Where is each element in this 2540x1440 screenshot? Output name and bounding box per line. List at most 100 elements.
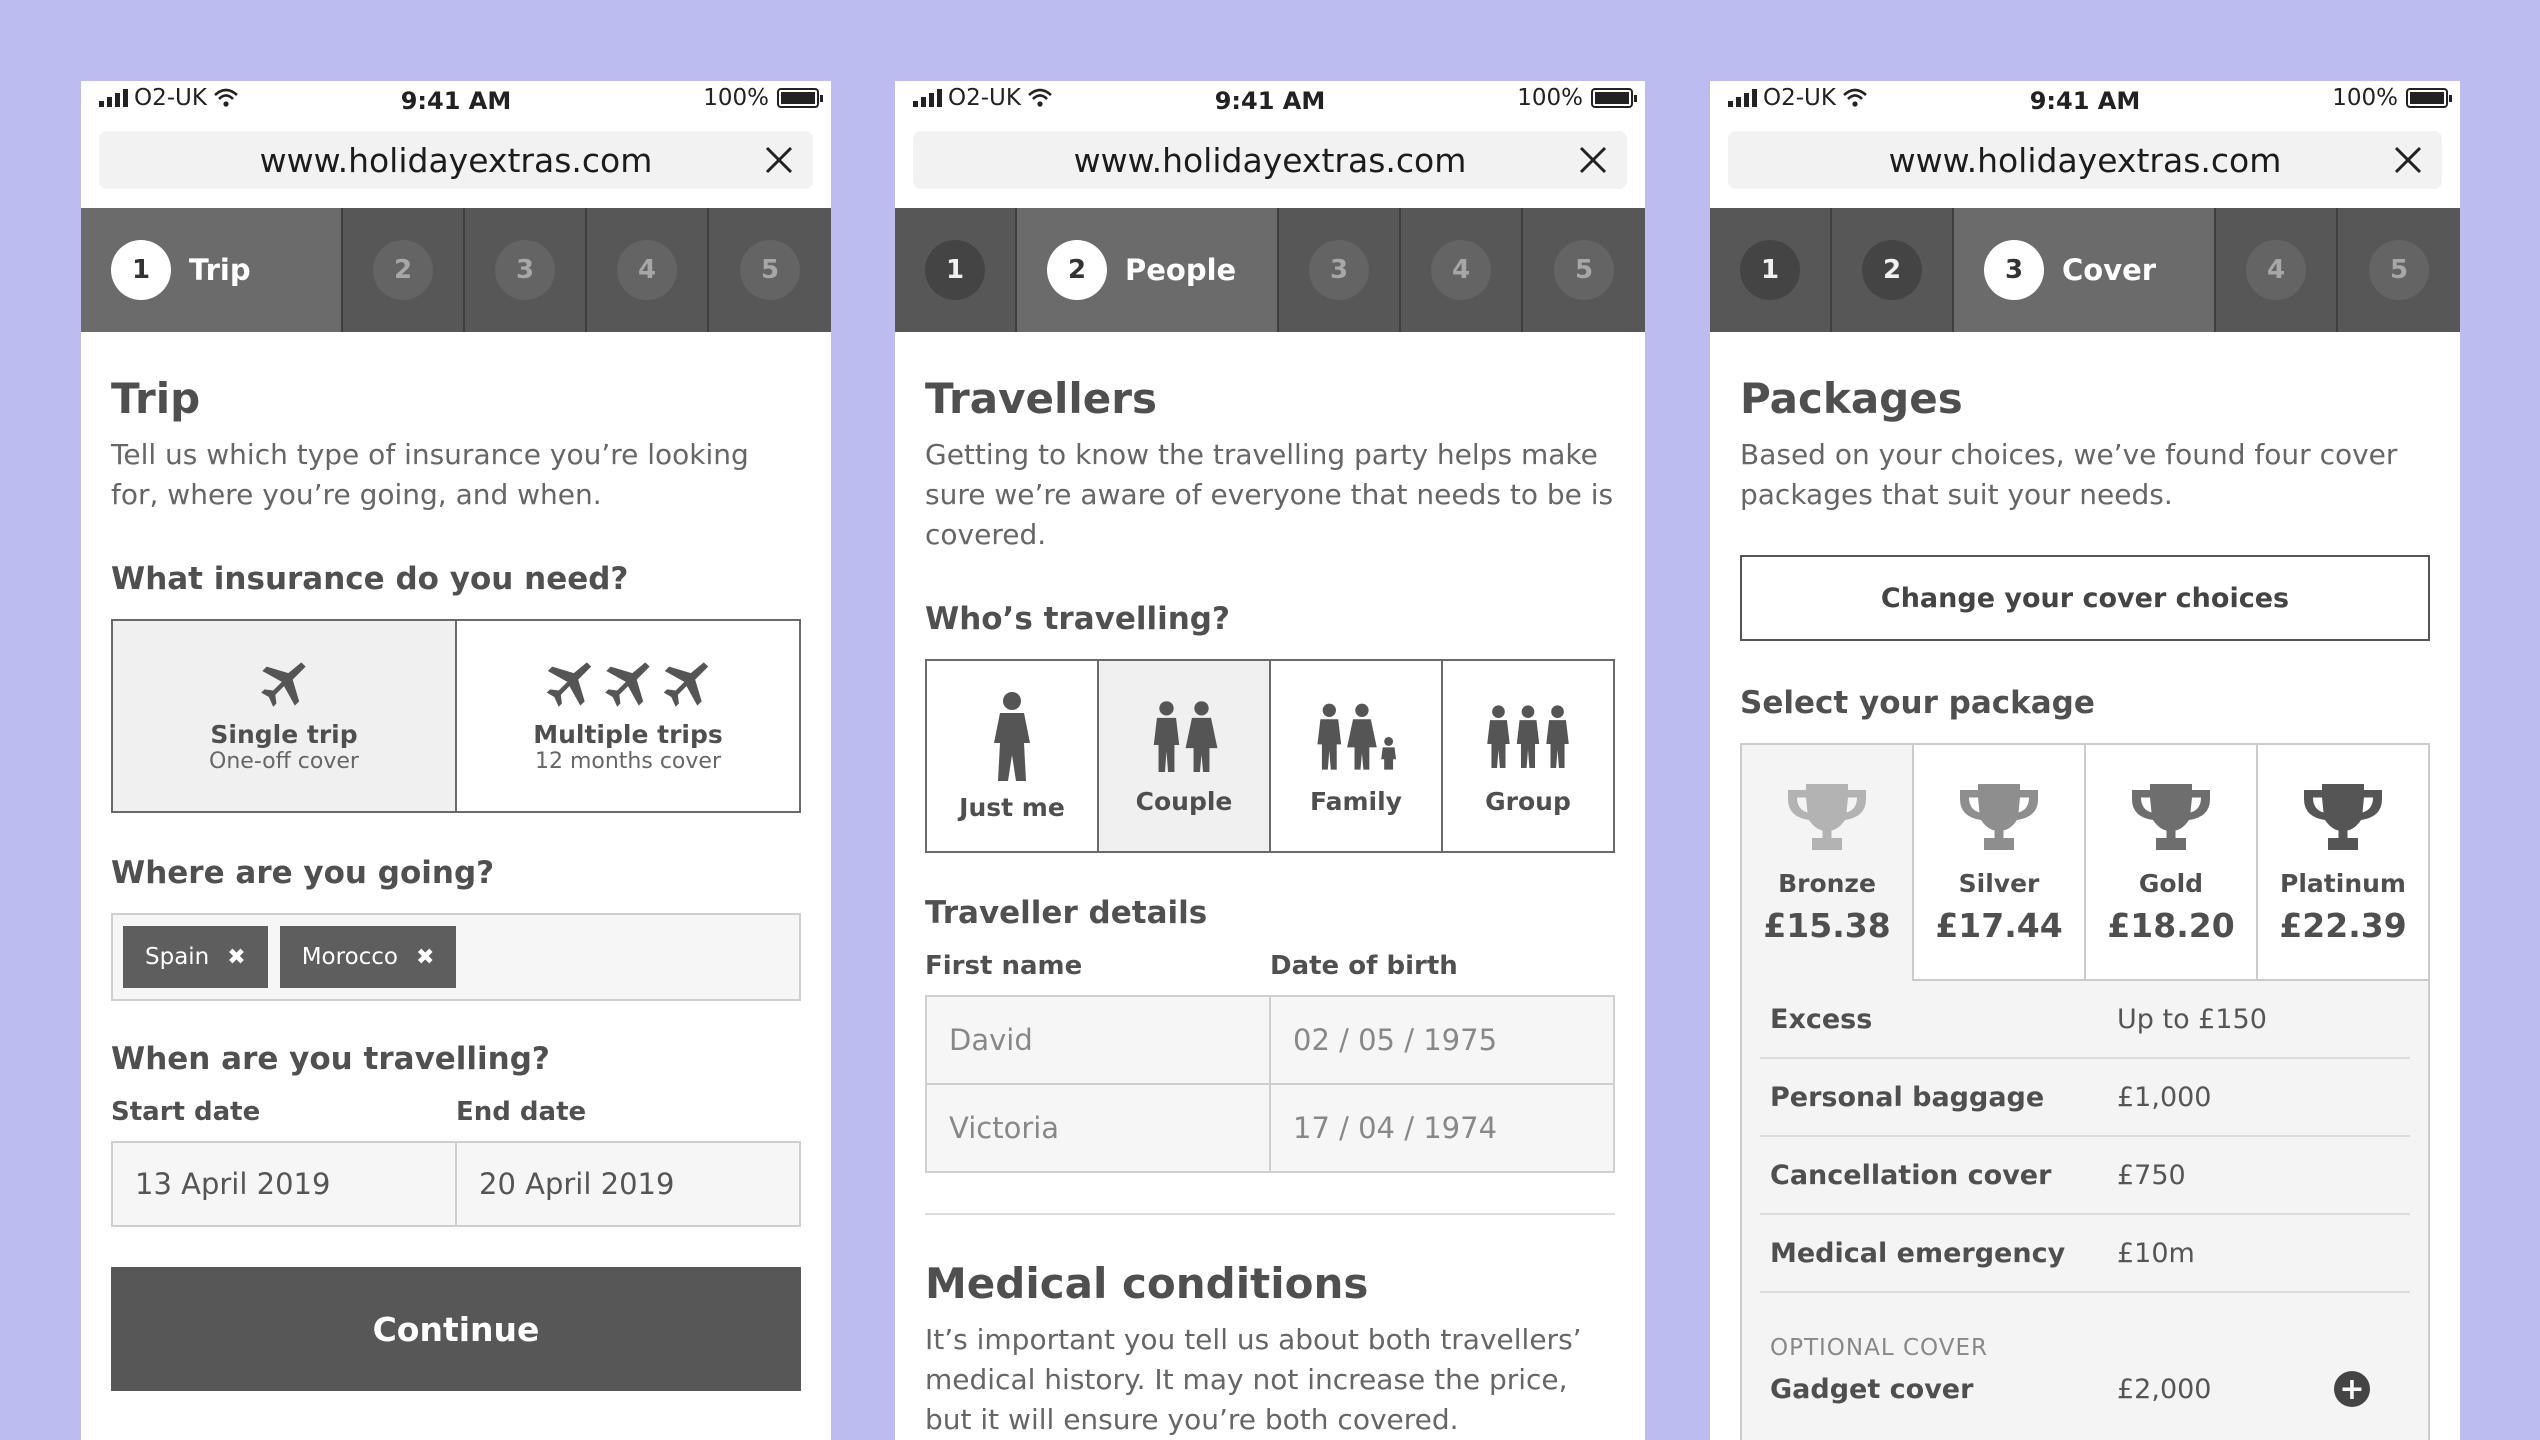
package-price: £18.20 bbox=[2107, 906, 2235, 945]
option-title: Multiple trips bbox=[533, 720, 723, 749]
step-3[interactable]: 3 Cover bbox=[1954, 208, 2216, 332]
option-just-me[interactable]: Just me bbox=[927, 661, 1099, 851]
battery-icon bbox=[1591, 88, 1637, 108]
step-1[interactable]: 1 bbox=[895, 208, 1017, 332]
progress-steps: 1 Trip 2 3 4 5 bbox=[81, 208, 831, 332]
close-icon[interactable] bbox=[1577, 144, 1609, 176]
start-date-label: Start date bbox=[111, 1097, 261, 1127]
dob-input[interactable]: 02 / 05 / 1975 bbox=[1271, 997, 1613, 1083]
option-title: Couple bbox=[1135, 786, 1233, 816]
close-icon[interactable] bbox=[2392, 144, 2424, 176]
step-number: 1 bbox=[925, 240, 985, 300]
traveller-columns: First name Date of birth bbox=[925, 951, 1615, 981]
package-price: £17.44 bbox=[1935, 906, 2063, 945]
first-name-input[interactable]: Victoria bbox=[927, 1085, 1271, 1171]
progress-steps: 1 2 3 Cover 4 5 bbox=[1710, 208, 2460, 332]
question-where: Where are you going? bbox=[111, 855, 495, 891]
dob-input[interactable]: 17 / 04 / 1974 bbox=[1271, 1085, 1613, 1171]
step-3[interactable]: 3 bbox=[1279, 208, 1401, 332]
step-4[interactable]: 4 bbox=[2216, 208, 2338, 332]
remove-icon[interactable]: ✖ bbox=[416, 945, 434, 970]
tag-label: Spain bbox=[145, 944, 210, 970]
detail-label: Excess bbox=[1770, 1003, 1873, 1035]
trip-content: Trip Tell us which type of insurance you… bbox=[111, 332, 801, 1391]
remove-icon[interactable]: ✖ bbox=[227, 945, 245, 970]
step-number: 1 bbox=[1740, 240, 1800, 300]
screen-people: O2-UK 9:41 AM 100% www.holidayextras.com… bbox=[895, 81, 1645, 1440]
destination-input[interactable]: Spain ✖ Morocco ✖ bbox=[111, 913, 801, 1001]
close-icon[interactable] bbox=[763, 144, 795, 176]
step-4[interactable]: 4 bbox=[1401, 208, 1523, 332]
destination-tag-morocco[interactable]: Morocco ✖ bbox=[279, 926, 457, 988]
trophy-icon bbox=[2132, 784, 2210, 850]
option-multiple-trips[interactable]: Multiple trips 12 months cover bbox=[457, 621, 799, 811]
trophy-icon bbox=[1788, 784, 1866, 850]
option-single-trip[interactable]: Single trip One-off cover bbox=[113, 621, 457, 811]
add-icon[interactable]: + bbox=[2334, 1371, 2370, 1407]
step-2[interactable]: 2 bbox=[1832, 208, 1954, 332]
trophy-shape bbox=[1788, 784, 1866, 850]
question-who: Who’s travelling? bbox=[925, 601, 1230, 637]
battery-percent: 100% bbox=[1517, 85, 1583, 111]
start-date-input[interactable]: 13 April 2019 bbox=[111, 1141, 455, 1227]
detail-row: Excess Up to £150 bbox=[1760, 981, 2410, 1059]
package-gold[interactable]: Gold £18.20 bbox=[2086, 745, 2258, 981]
page-intro: Tell us which type of insurance you’re l… bbox=[111, 438, 749, 511]
change-cover-button[interactable]: Change your cover choices bbox=[1740, 555, 2430, 641]
detail-value: £10m bbox=[2117, 1237, 2195, 1269]
status-bar: O2-UK 9:41 AM 100% bbox=[1710, 81, 2460, 131]
package-platinum[interactable]: Platinum £22.39 bbox=[2258, 745, 2428, 981]
step-number: 5 bbox=[2369, 240, 2429, 300]
step-4[interactable]: 4 bbox=[587, 208, 709, 332]
first-name-input[interactable]: David bbox=[927, 997, 1271, 1083]
detail-value: £1,000 bbox=[2117, 1081, 2212, 1113]
destination-tag-spain[interactable]: Spain ✖ bbox=[123, 926, 268, 988]
step-number: 2 bbox=[1047, 240, 1107, 300]
package-name: Gold bbox=[2138, 869, 2204, 898]
url-bar[interactable]: www.holidayextras.com bbox=[99, 131, 813, 189]
family-icon bbox=[1317, 703, 1397, 770]
step-1[interactable]: 1 bbox=[1710, 208, 1832, 332]
step-number: 3 bbox=[495, 240, 555, 300]
step-number: 3 bbox=[1984, 240, 2044, 300]
divider bbox=[925, 1213, 1615, 1215]
trophy-icon bbox=[1960, 784, 2038, 850]
status-bar: O2-UK 9:41 AM 100% bbox=[81, 81, 831, 131]
detail-value: £2,000 bbox=[2117, 1373, 2212, 1405]
package-options: Bronze £15.38 Silver £17.44 Gold £18.20 … bbox=[1740, 743, 2430, 981]
battery: 100% bbox=[2332, 85, 2452, 111]
date-labels: Start date End date bbox=[111, 1097, 801, 1127]
continue-button[interactable]: Continue bbox=[111, 1267, 801, 1391]
battery-percent: 100% bbox=[2332, 85, 2398, 111]
dob-label: Date of birth bbox=[1270, 951, 1458, 981]
url-bar[interactable]: www.holidayextras.com bbox=[913, 131, 1627, 189]
package-bronze[interactable]: Bronze £15.38 bbox=[1742, 745, 1914, 981]
step-2[interactable]: 2 People bbox=[1017, 208, 1279, 332]
detail-label: Cancellation cover bbox=[1770, 1159, 2052, 1191]
step-1[interactable]: 1 Trip bbox=[81, 208, 343, 332]
traveller-table: David 02 / 05 / 1975 Victoria 17 / 04 / … bbox=[925, 995, 1615, 1173]
step-3[interactable]: 3 bbox=[465, 208, 587, 332]
package-silver[interactable]: Silver £17.44 bbox=[1914, 745, 2086, 981]
option-group[interactable]: Group bbox=[1443, 661, 1613, 851]
option-couple[interactable]: Couple bbox=[1099, 661, 1271, 851]
battery: 100% bbox=[1517, 85, 1637, 111]
step-5[interactable]: 5 bbox=[709, 208, 831, 332]
url-bar[interactable]: www.holidayextras.com bbox=[1728, 131, 2442, 189]
step-5[interactable]: 5 bbox=[2338, 208, 2460, 332]
end-date-input[interactable]: 20 April 2019 bbox=[455, 1141, 801, 1227]
page-title: Travellers bbox=[925, 374, 1157, 423]
option-family[interactable]: Family bbox=[1271, 661, 1443, 851]
trophy-icon bbox=[2304, 784, 2382, 850]
date-fields: 13 April 2019 20 April 2019 bbox=[111, 1141, 801, 1227]
group-icon bbox=[1487, 704, 1569, 768]
battery-icon bbox=[2406, 88, 2452, 108]
step-2[interactable]: 2 bbox=[343, 208, 465, 332]
status-bar: O2-UK 9:41 AM 100% bbox=[895, 81, 1645, 131]
step-5[interactable]: 5 bbox=[1523, 208, 1645, 332]
option-subtitle: One-off cover bbox=[209, 749, 359, 774]
insurance-options: Single trip One-off cover Multiple trips… bbox=[111, 619, 801, 813]
battery: 100% bbox=[703, 85, 823, 111]
option-title: Single trip bbox=[210, 720, 358, 749]
step-number: 5 bbox=[1554, 240, 1614, 300]
